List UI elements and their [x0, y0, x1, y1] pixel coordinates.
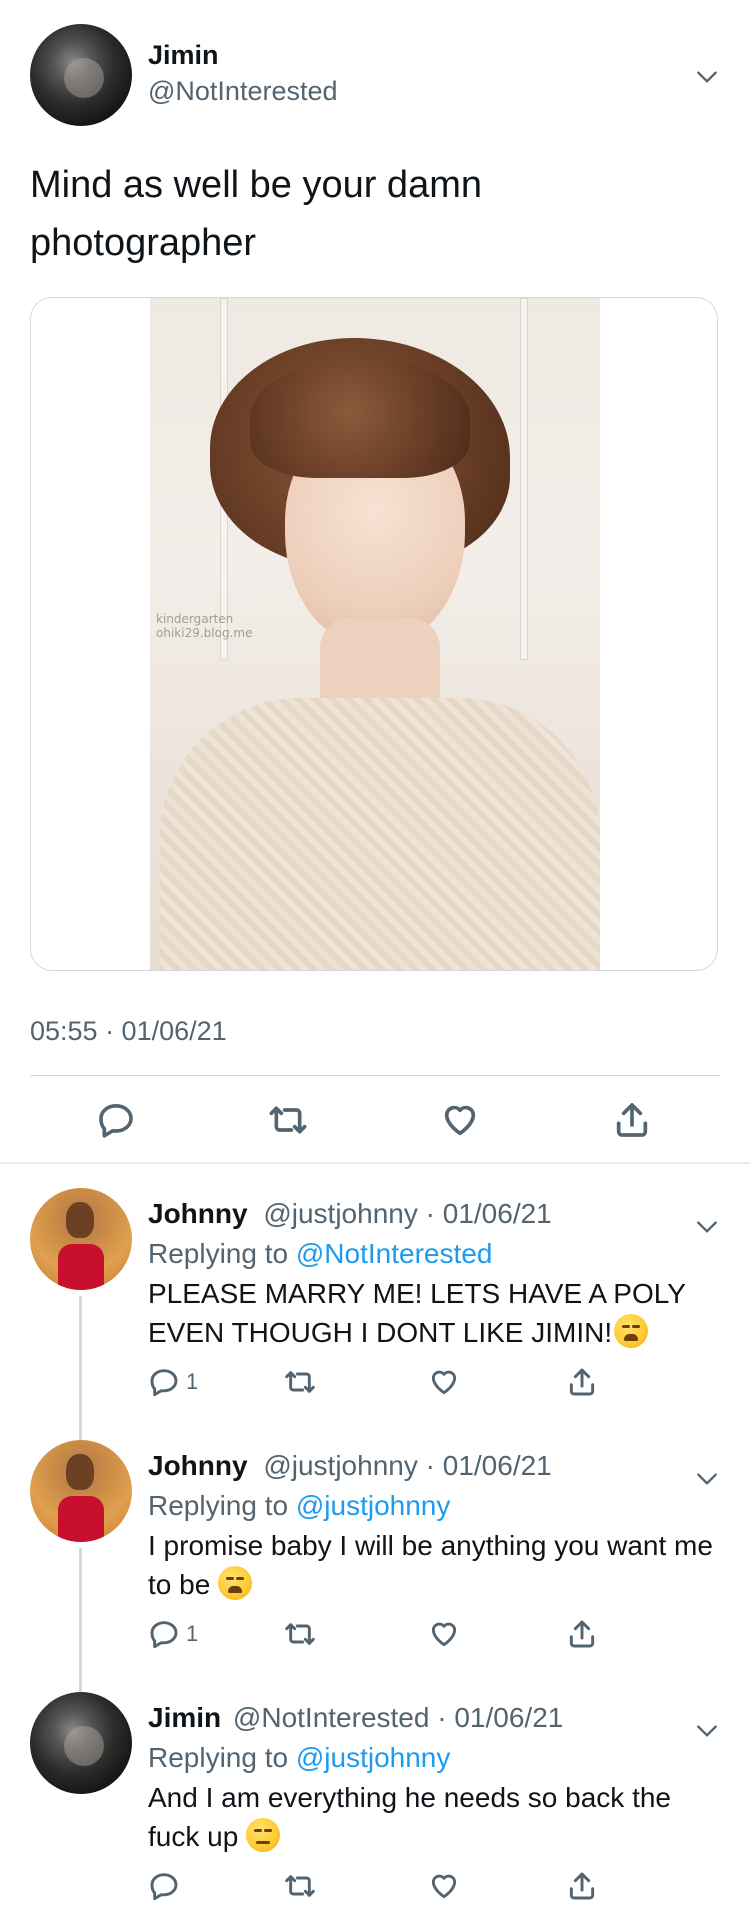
chevron-down-icon[interactable] [694, 1466, 720, 1492]
author-name[interactable]: Johnny [148, 1450, 248, 1481]
avatar[interactable] [30, 1188, 132, 1290]
share-icon[interactable] [566, 1366, 598, 1398]
author-name[interactable]: Johnny [148, 1198, 248, 1229]
author-handle[interactable]: @NotInterested [148, 76, 338, 107]
author-handle[interactable]: @justjohnny [263, 1198, 418, 1229]
reply-tweet[interactable]: Johnny @justjohnny · 01/06/21 Replying t… [0, 1188, 750, 1446]
reply-icon[interactable] [96, 1100, 136, 1140]
like-icon[interactable] [428, 1366, 460, 1398]
author-name[interactable]: Jimin [148, 1702, 221, 1733]
divider [30, 1075, 720, 1076]
reply-count: 1 [186, 1621, 199, 1646]
weary-face-emoji [614, 1314, 649, 1348]
author-handle[interactable]: @NotInterested [233, 1702, 430, 1733]
share-icon[interactable] [566, 1618, 598, 1650]
mention-link[interactable]: @NotInterested [296, 1238, 493, 1269]
reply-date[interactable]: 01/06/21 [443, 1450, 552, 1481]
tweet-photo[interactable]: kindergarten ohiki29.blog.me [150, 298, 600, 970]
reply-tweet[interactable]: Johnny @justjohnny · 01/06/21 Replying t… [0, 1440, 750, 1698]
like-icon[interactable] [440, 1100, 480, 1140]
chevron-down-icon[interactable] [694, 64, 720, 90]
replying-prefix: Replying to [148, 1238, 289, 1269]
author-handle[interactable]: @justjohnny [263, 1450, 418, 1481]
avatar[interactable] [30, 24, 132, 126]
tweet-actions: 1 [0, 1366, 750, 1406]
media-card[interactable]: kindergarten ohiki29.blog.me [30, 297, 718, 971]
tweet-timestamp: 05:55 · 01/06/21 [30, 1016, 227, 1046]
section-divider [0, 1162, 750, 1164]
retweet-icon[interactable] [284, 1618, 316, 1650]
main-tweet: Jimin @NotInterested Mind as well be you… [0, 0, 750, 1162]
author-name[interactable]: Jimin [148, 40, 219, 71]
reply-tweet[interactable]: Jimin @NotInterested · 01/06/21 Replying… [0, 1692, 750, 1920]
chevron-down-icon[interactable] [694, 1214, 720, 1240]
mention-link[interactable]: @justjohnny [296, 1742, 451, 1773]
reply-text: I promise baby I will be anything you wa… [148, 1530, 713, 1600]
reply-icon[interactable]: 1 [148, 1366, 198, 1398]
separator-dot: · [425, 1450, 443, 1481]
tweet-text: Mind as well be your damn photographer [30, 164, 482, 264]
reply-icon[interactable]: 1 [148, 1618, 198, 1650]
unamused-face-emoji [246, 1818, 281, 1852]
reply-date[interactable]: 01/06/21 [454, 1702, 563, 1733]
tweet-actions [0, 1870, 750, 1910]
reply-count: 1 [186, 1369, 199, 1394]
share-icon[interactable] [612, 1100, 652, 1140]
retweet-icon[interactable] [284, 1366, 316, 1398]
replying-prefix: Replying to [148, 1742, 289, 1773]
separator-dot: · [437, 1702, 455, 1733]
mention-link[interactable]: @justjohnny [296, 1490, 451, 1521]
share-icon[interactable] [566, 1870, 598, 1902]
weary-face-emoji [218, 1566, 253, 1600]
reply-icon[interactable] [148, 1870, 186, 1902]
avatar[interactable] [30, 1692, 132, 1794]
chevron-down-icon[interactable] [694, 1718, 720, 1744]
reply-text: PLEASE MARRY ME! LETS HAVE A POLY EVEN T… [148, 1278, 686, 1348]
like-icon[interactable] [428, 1870, 460, 1902]
reply-text: And I am everything he needs so back the… [148, 1782, 671, 1852]
retweet-icon[interactable] [268, 1100, 308, 1140]
replying-prefix: Replying to [148, 1490, 289, 1521]
tweet-actions: 1 [0, 1618, 750, 1658]
separator-dot: · [425, 1198, 443, 1229]
photo-watermark: kindergarten ohiki29.blog.me [156, 612, 253, 640]
like-icon[interactable] [428, 1618, 460, 1650]
retweet-icon[interactable] [284, 1870, 316, 1902]
reply-date[interactable]: 01/06/21 [443, 1198, 552, 1229]
avatar[interactable] [30, 1440, 132, 1542]
